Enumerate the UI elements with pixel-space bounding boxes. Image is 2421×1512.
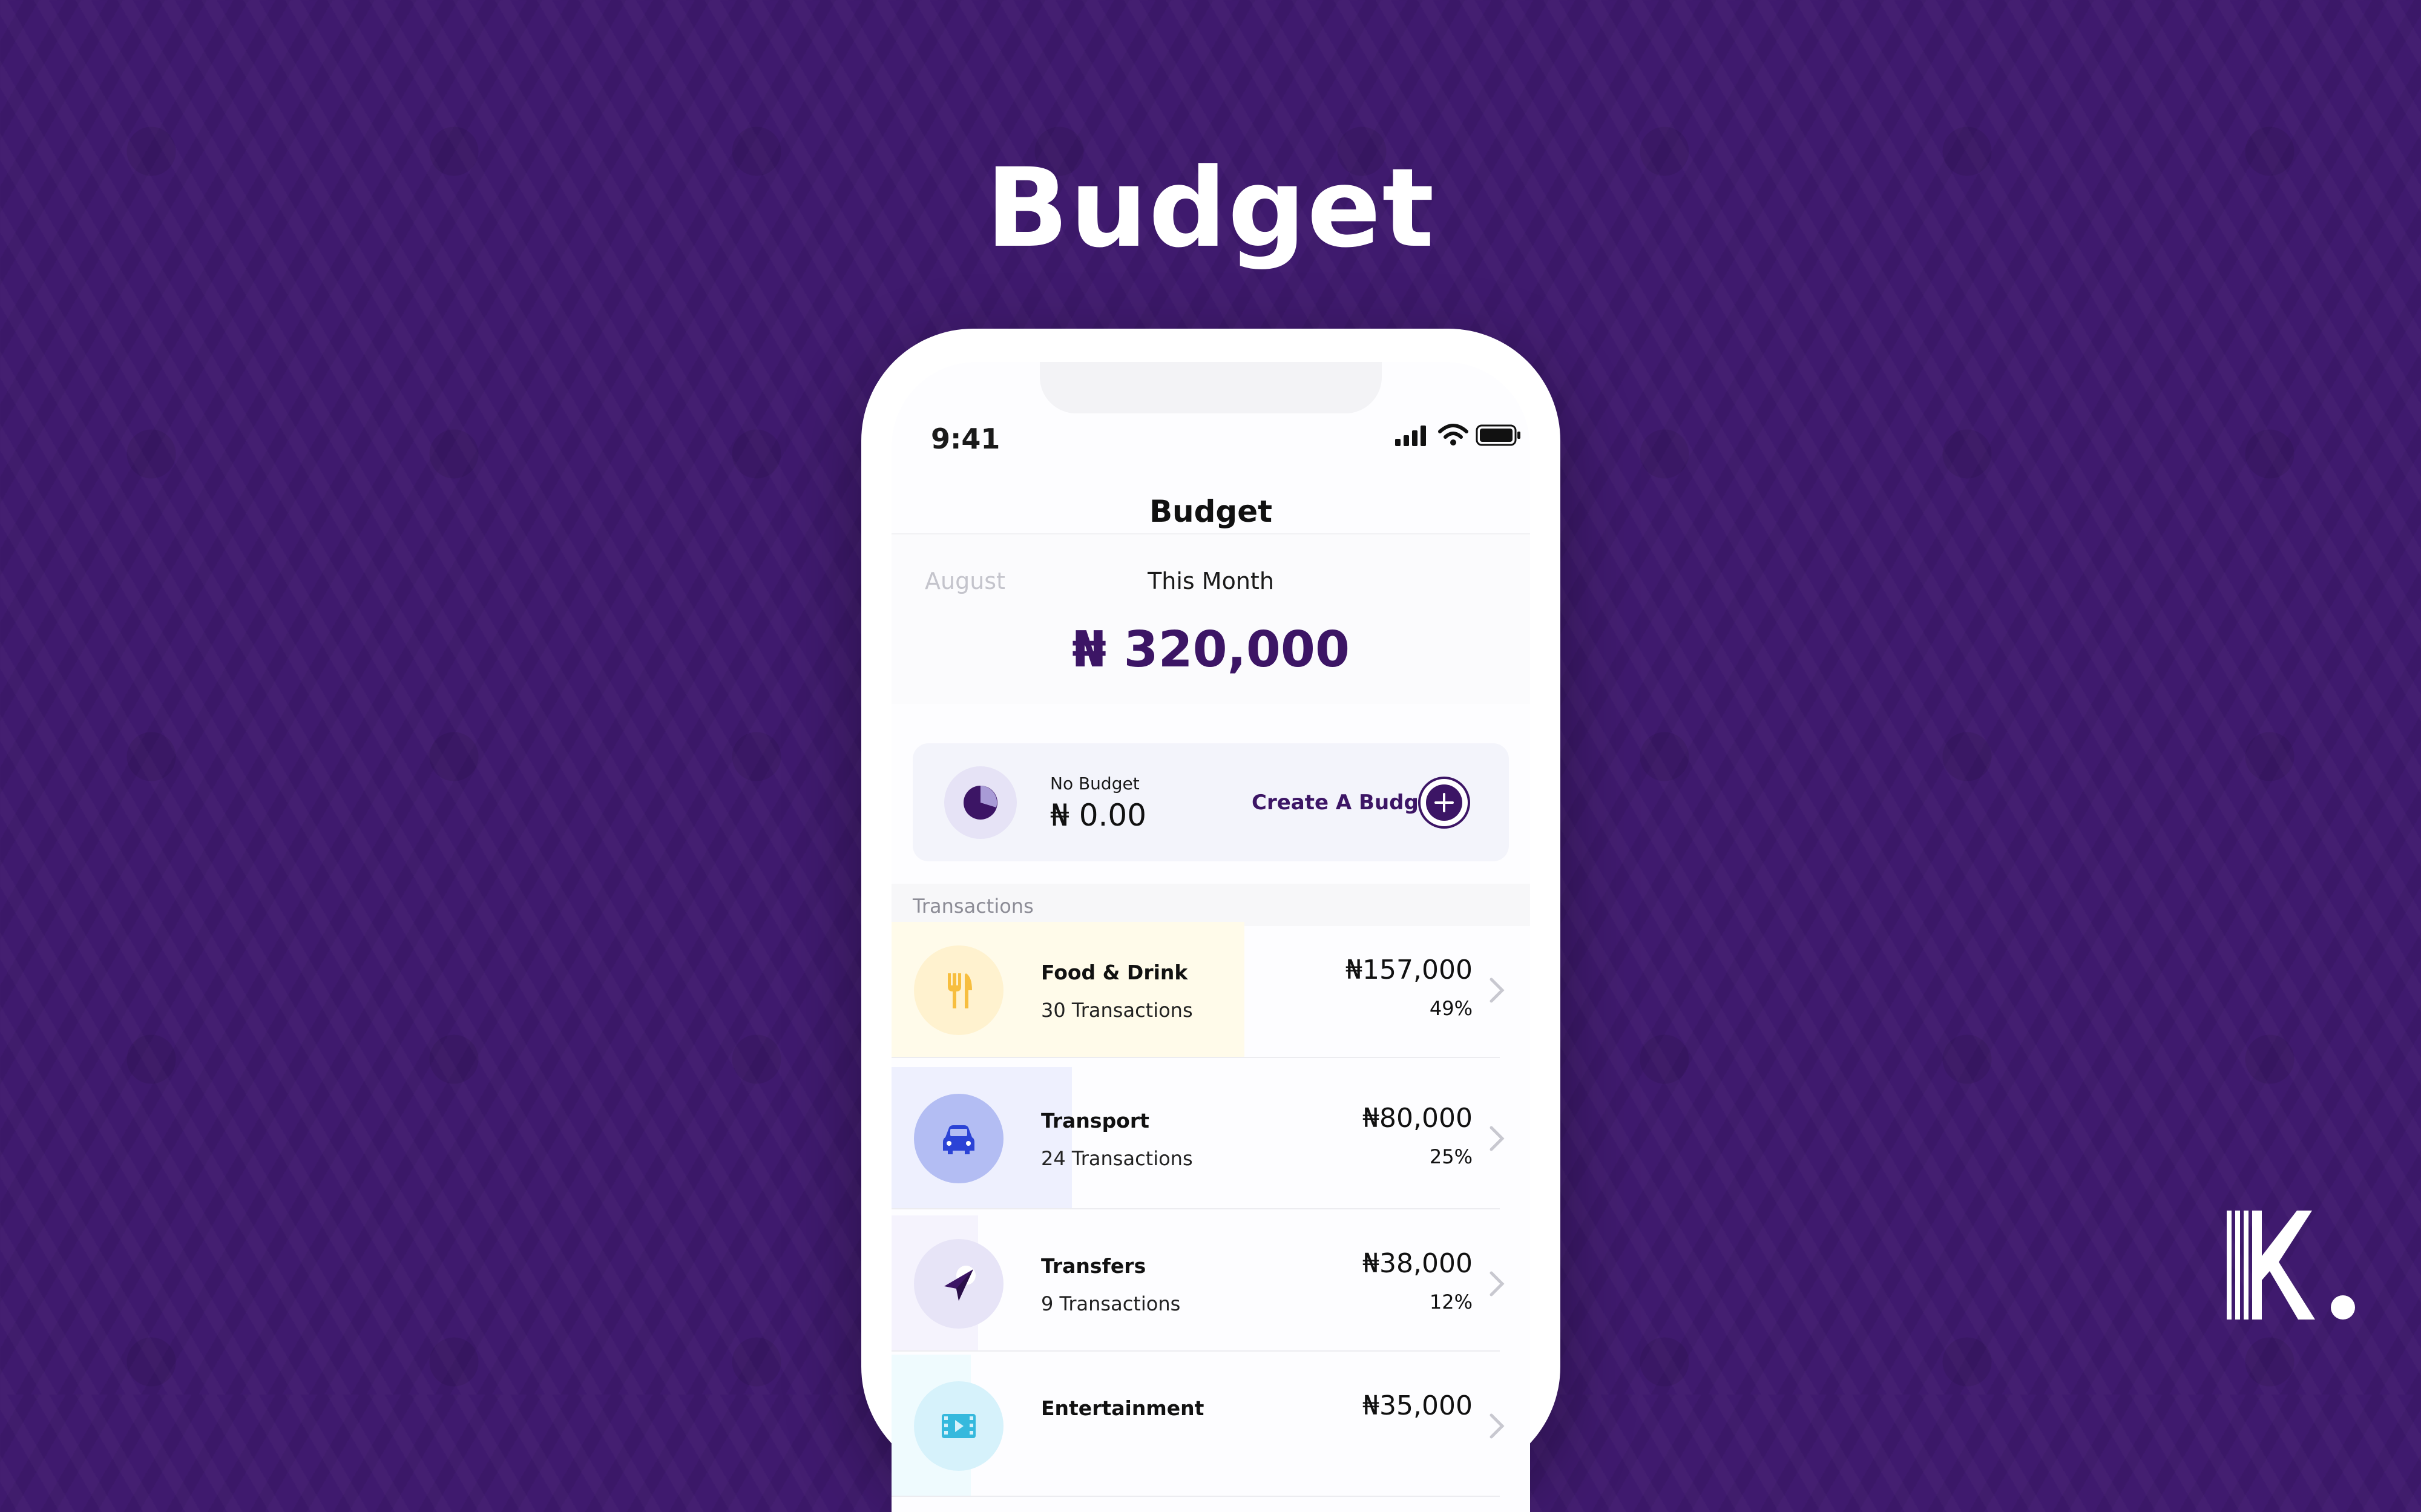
no-budget-amount: ₦ 0.00 xyxy=(1050,798,1147,833)
row-divider xyxy=(892,1057,1500,1058)
wifi-icon xyxy=(1438,424,1468,445)
row-divider xyxy=(892,1208,1500,1209)
row-divider xyxy=(892,1350,1500,1352)
category-icon xyxy=(914,1239,1004,1329)
chevron-right-icon[interactable] xyxy=(1488,1412,1506,1441)
category-amount: ₦38,000 xyxy=(1362,1248,1473,1279)
transaction-count: 24 Transactions xyxy=(1041,1147,1193,1170)
create-budget-button[interactable] xyxy=(1418,777,1470,829)
brand-logo xyxy=(2227,1211,2355,1320)
summary-panel xyxy=(892,534,1530,704)
transaction-row[interactable]: Entertainment ₦35,000 xyxy=(892,1355,1530,1497)
transactions-label: Transactions xyxy=(913,895,1034,918)
battery-icon xyxy=(1476,424,1520,446)
create-budget-link[interactable]: Create A Budget xyxy=(1252,791,1442,815)
category-amount: ₦35,000 xyxy=(1362,1390,1473,1421)
category-amount: ₦80,000 xyxy=(1362,1103,1473,1134)
no-budget-label: No Budget xyxy=(1050,774,1140,794)
transaction-row[interactable]: Transport 24 Transactions ₦80,000 25% xyxy=(892,1067,1530,1209)
plus-icon xyxy=(1426,784,1462,821)
transaction-row[interactable]: Food & Drink 30 Transactions ₦157,000 49% xyxy=(892,922,1530,1058)
status-time: 9:41 xyxy=(931,422,1000,455)
headline: Budget xyxy=(985,145,1436,272)
signal-icon xyxy=(1395,426,1426,446)
pie-chart-icon xyxy=(944,766,1017,839)
notch xyxy=(1040,362,1382,413)
category-name: Transfers xyxy=(1041,1254,1146,1278)
chevron-right-icon[interactable] xyxy=(1488,1124,1506,1153)
budget-card: No Budget ₦ 0.00 Create A Budget xyxy=(913,743,1509,861)
transactions-header: Transactions xyxy=(892,884,1530,926)
category-name: Food & Drink xyxy=(1041,961,1188,984)
category-amount: ₦157,000 xyxy=(1345,955,1473,985)
status-icons xyxy=(1394,424,1521,449)
category-percent: 49% xyxy=(1429,997,1473,1020)
phone-frame: 9:41 Budget August This Month ₦ 320,000 … xyxy=(861,329,1560,1512)
row-divider xyxy=(892,1496,1500,1497)
transaction-count: 30 Transactions xyxy=(1041,999,1193,1022)
screen-title: Budget xyxy=(1149,494,1273,529)
chevron-right-icon[interactable] xyxy=(1488,976,1506,1005)
category-icon xyxy=(914,945,1004,1035)
transaction-row[interactable]: Transfers 9 Transactions ₦38,000 12% xyxy=(892,1215,1530,1352)
month-tab-this-month[interactable]: This Month xyxy=(892,568,1530,594)
category-name: Transport xyxy=(1041,1109,1149,1132)
category-percent: 25% xyxy=(1429,1145,1473,1168)
chevron-right-icon[interactable] xyxy=(1488,1269,1506,1298)
phone-screen: 9:41 Budget August This Month ₦ 320,000 … xyxy=(892,362,1530,1512)
category-icon xyxy=(914,1094,1004,1183)
category-percent: 12% xyxy=(1429,1290,1473,1313)
total-amount: ₦ 320,000 xyxy=(1071,621,1350,679)
category-icon xyxy=(914,1381,1004,1471)
transaction-count: 9 Transactions xyxy=(1041,1292,1181,1315)
category-name: Entertainment xyxy=(1041,1396,1204,1420)
